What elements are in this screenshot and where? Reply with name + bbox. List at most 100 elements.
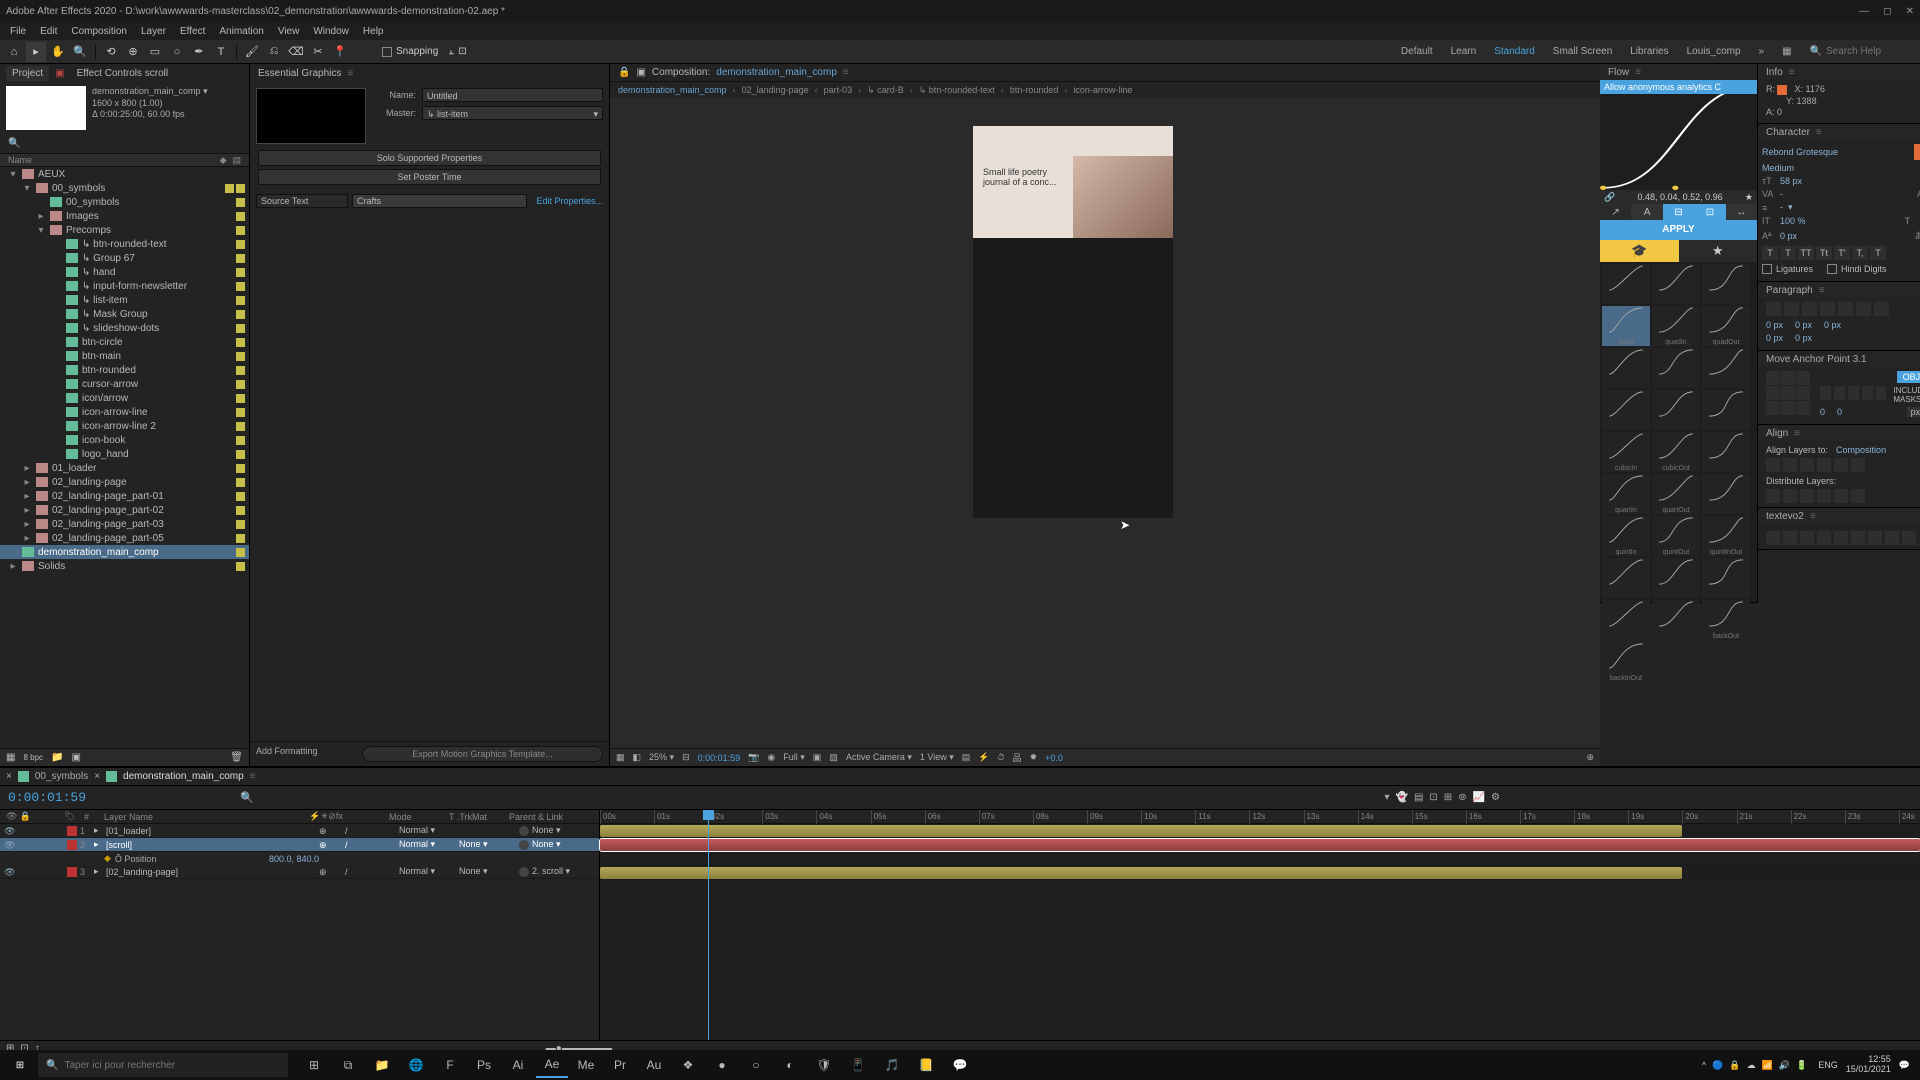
ws-standard[interactable]: Standard [1494,46,1535,57]
flow-preset[interactable] [1702,390,1750,430]
dist2[interactable] [1783,489,1797,503]
tl-bar-scroll[interactable] [600,839,1920,851]
start-button[interactable]: ⊞ [4,1052,36,1078]
tl-brain-icon[interactable]: ⚙ [1491,792,1500,803]
crumb-item[interactable]: ↳ btn-rounded-text [919,85,995,96]
cf-resolution[interactable]: Full ▾ [783,752,805,763]
menu-file[interactable]: File [4,24,32,39]
flow-preset[interactable] [1702,474,1750,514]
flow-favorite-button[interactable]: ★ [1679,240,1758,262]
taskbar-app[interactable]: F [434,1052,466,1078]
anchor-panel-title[interactable]: Move Anchor Point 3.1 [1766,354,1867,365]
menu-effect[interactable]: Effect [174,24,211,39]
tree-row[interactable]: ↳ Mask Group [0,307,249,321]
taskbar-app[interactable]: ● [706,1052,738,1078]
tree-row[interactable]: ▸02_landing-page [0,475,249,489]
tray-lang[interactable]: ENG [1818,1060,1838,1070]
tree-row[interactable]: cursor-arrow [0,377,249,391]
para-align-center[interactable] [1784,302,1799,316]
taskbar-app[interactable]: ❖ [672,1052,704,1078]
cf-snapshot-icon[interactable]: 📷 [748,752,759,763]
project-search[interactable]: 🔍 [0,134,249,153]
tree-row[interactable]: ↳ hand [0,265,249,279]
flow-preset[interactable]: quadIn [1652,306,1700,346]
taskbar-app[interactable]: 🛡 [808,1052,840,1078]
tree-row[interactable]: ▾00_symbols [0,181,249,195]
tray-icon[interactable]: 🔵 [1712,1060,1723,1070]
flow-preset[interactable] [1602,390,1650,430]
taskbar-app[interactable]: 📱 [842,1052,874,1078]
flow-preset[interactable]: cubicIn [1602,432,1650,472]
snapping-toggle[interactable]: Snapping ⫠ ⊡ [382,46,467,57]
tree-row[interactable]: btn-circle [0,335,249,349]
align-vcenter[interactable] [1834,458,1848,472]
menu-window[interactable]: Window [307,24,355,39]
flow-curve-editor[interactable]: Allow anonymous analytics C [1600,80,1757,190]
align-hcenter[interactable] [1783,458,1797,472]
comp-viewer[interactable]: Small life poetry journal of a conc... ➤ [610,98,1600,748]
menu-layer[interactable]: Layer [135,24,172,39]
search-input[interactable] [1826,46,1916,57]
cf-timeline-icon[interactable]: ⏱ [998,752,1005,763]
cf-camera[interactable]: Active Camera ▾ [846,752,912,763]
type-tool[interactable]: T [211,42,231,62]
char-weight[interactable]: Medium [1762,163,1794,173]
comp-lock-icon[interactable]: 🔒 [618,67,630,78]
crumb-item[interactable]: demonstration_main_comp [618,85,727,95]
taskbar-app[interactable]: Ae [536,1052,568,1078]
tl-layer-row[interactable]: 👁3▸[02_landing-page]⊕/Normal ▾None ▾2. s… [0,865,599,879]
cf-transparency-icon[interactable]: ▨ [829,752,838,763]
tree-row[interactable]: ▸02_landing-page_part-05 [0,531,249,545]
crumb-item[interactable]: icon-arrow-line [1073,85,1132,95]
align-right[interactable] [1800,458,1814,472]
new-folder-icon[interactable]: 📁 [51,752,63,763]
flow-preset[interactable] [1602,348,1650,388]
cf-reset-exp-icon[interactable]: ✹ [1030,752,1038,763]
col-label-icon[interactable]: ◆ [220,155,227,166]
flow-apply-button[interactable]: APPLY [1600,220,1757,240]
crumb-item[interactable]: ↳ card-B [867,85,904,96]
taskbar-app[interactable]: 🎵 [876,1052,908,1078]
ws-learn[interactable]: Learn [1451,46,1477,57]
hindi-checkbox[interactable] [1827,264,1837,274]
tree-row[interactable]: demonstration_main_comp [0,545,249,559]
taskbar-app[interactable]: 📁 [366,1052,398,1078]
taskbar-app[interactable]: Pr [604,1052,636,1078]
paragraph-panel-title[interactable]: Paragraph [1766,285,1813,296]
home-icon[interactable]: ⌂ [4,42,24,62]
cf-pixel-icon[interactable]: ▤ [962,752,971,763]
char-fill-swatch[interactable] [1914,144,1920,160]
ws-custom[interactable]: Louis_comp [1687,46,1741,57]
maximize-button[interactable]: ◻ [1883,6,1891,17]
tree-row[interactable]: ▾AEUX [0,167,249,181]
new-comp-icon[interactable]: ▣ [71,752,80,763]
taskbar-app[interactable]: Ai [502,1052,534,1078]
taskbar-app[interactable]: ⊞ [298,1052,330,1078]
tree-row[interactable]: ↳ btn-rounded-text [0,237,249,251]
cf-alpha-icon[interactable]: ▦ [616,752,625,763]
char-font[interactable]: Rebond Grotesque [1762,147,1910,157]
flow-academy-button[interactable]: 🎓 [1600,240,1679,262]
tray-icon[interactable]: 🔒 [1729,1060,1740,1070]
roto-tool[interactable]: ✂ [308,42,328,62]
char-tt-button[interactable]: T [1780,246,1796,260]
pen-tool[interactable]: ✒ [189,42,209,62]
taskbar-search[interactable]: 🔍 [38,1053,288,1077]
bpc-button[interactable]: 8 bpc [23,753,43,762]
puppet-tool[interactable]: 📍 [330,42,350,62]
comp-tab-name[interactable]: demonstration_main_comp [716,67,837,78]
anchor-grid[interactable] [1766,371,1814,415]
tl-bar-landing[interactable] [600,867,1682,879]
ws-panel-icon[interactable]: ▦ [1782,46,1791,57]
flow-analytics-banner[interactable]: Allow anonymous analytics C [1600,80,1757,94]
tree-row[interactable]: ▸01_loader [0,461,249,475]
cf-channel-icon[interactable]: ◧ [633,752,642,763]
flow-opt1[interactable]: ↗ [1600,204,1631,220]
tree-row[interactable]: icon/arrow [0,391,249,405]
tree-row[interactable]: btn-rounded [0,363,249,377]
flow-star-icon[interactable]: ★ [1745,190,1753,204]
menu-view[interactable]: View [272,24,306,39]
flow-opt4[interactable]: ⊡ [1694,204,1725,220]
char-tt-button[interactable]: Tt [1816,246,1832,260]
flow-preset[interactable] [1602,264,1650,304]
